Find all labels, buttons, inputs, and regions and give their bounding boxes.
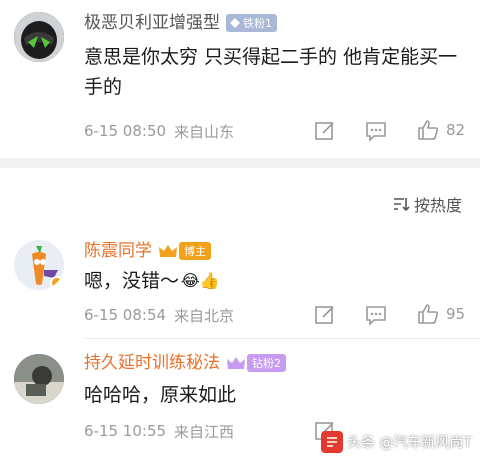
avatar[interactable]	[14, 240, 64, 290]
comment-1: 极恶贝利亚增强型 铁粉1 意思是你太穷 只买得起二手的 他肯定能买一手的 6-1…	[0, 0, 480, 158]
comment-icon	[366, 122, 386, 142]
badge-label: 铁粉1	[243, 17, 272, 30]
verified-badge-icon	[50, 276, 64, 290]
reply-button[interactable]	[365, 304, 387, 326]
username[interactable]: 极恶贝利亚增强型	[84, 12, 220, 34]
badge-label: 钻粉2	[252, 357, 281, 370]
like-button[interactable]: 95	[416, 302, 465, 326]
name-row: 极恶贝利亚增强型 铁粉1	[84, 12, 277, 34]
emoji-text: 😂👍	[181, 271, 220, 290]
comment-text: 嗯，没错～	[84, 270, 180, 292]
comment-text-row: 嗯，没错～ 😂👍	[84, 266, 460, 296]
comment-icon	[366, 306, 386, 326]
comment-date: 6-15 10:55	[84, 422, 167, 440]
thumbs-up-icon	[418, 304, 439, 324]
like-button[interactable]: 82	[416, 118, 465, 142]
watermark-text: 头条 @汽车新风尚T	[346, 435, 472, 451]
username[interactable]: 持久延时训练秘法	[84, 352, 220, 374]
meta-row: 6-15 08:54 来自北京	[84, 303, 466, 327]
diamond-icon	[230, 18, 240, 28]
like-count: 95	[446, 305, 466, 323]
avatar[interactable]	[14, 12, 64, 62]
name-row: 持久延时训练秘法 钻粉2	[84, 352, 286, 374]
meta-row: 6-15 08:50 来自山东	[84, 119, 466, 143]
edit-share-icon	[315, 122, 334, 140]
badge-label: 博主	[184, 245, 206, 258]
comment-date: 6-15 08:50	[84, 122, 167, 140]
name-row: 陈震同学 博主	[84, 240, 211, 262]
sort-label: 按热度	[413, 196, 462, 215]
comment-location: 来自江西	[174, 422, 235, 441]
avatar[interactable]	[14, 354, 64, 404]
section-divider	[0, 158, 480, 168]
helmet-avatar-icon	[14, 12, 64, 62]
comment-text: 哈哈哈，原来如此	[84, 384, 237, 406]
edit-share-icon	[315, 306, 334, 324]
comment-location: 来自山东	[174, 122, 235, 141]
crown-icon	[227, 357, 245, 369]
crown-icon	[159, 245, 177, 257]
share-button[interactable]	[314, 304, 336, 326]
username[interactable]: 陈震同学	[84, 240, 152, 262]
comment-date: 6-15 08:54	[84, 306, 167, 324]
comment-location: 来自北京	[174, 306, 235, 325]
photo-avatar-icon	[14, 354, 64, 404]
watermark: 头条 @汽车新风尚T	[320, 431, 472, 453]
comment-text: 意思是你太穷 只买得起二手的 他肯定能买一手的	[84, 46, 458, 98]
diamond-fan-badge: 钻粉2	[247, 354, 286, 372]
host-badge: 博主	[179, 242, 211, 260]
reply-button[interactable]	[365, 120, 387, 142]
share-button[interactable]	[314, 120, 336, 142]
like-count: 82	[446, 121, 466, 139]
toutiao-logo-icon	[320, 431, 343, 453]
sort-by-hot-button[interactable]: 按热度	[392, 192, 462, 216]
iron-fan-badge: 铁粉1	[226, 14, 277, 32]
comment-2: 陈震同学 博主 嗯，没错～ 😂👍 6-15 08:54 来自北京 95	[0, 230, 480, 340]
sort-icon	[393, 198, 410, 212]
thumbs-up-icon	[418, 120, 439, 140]
comment-divider	[84, 338, 480, 339]
